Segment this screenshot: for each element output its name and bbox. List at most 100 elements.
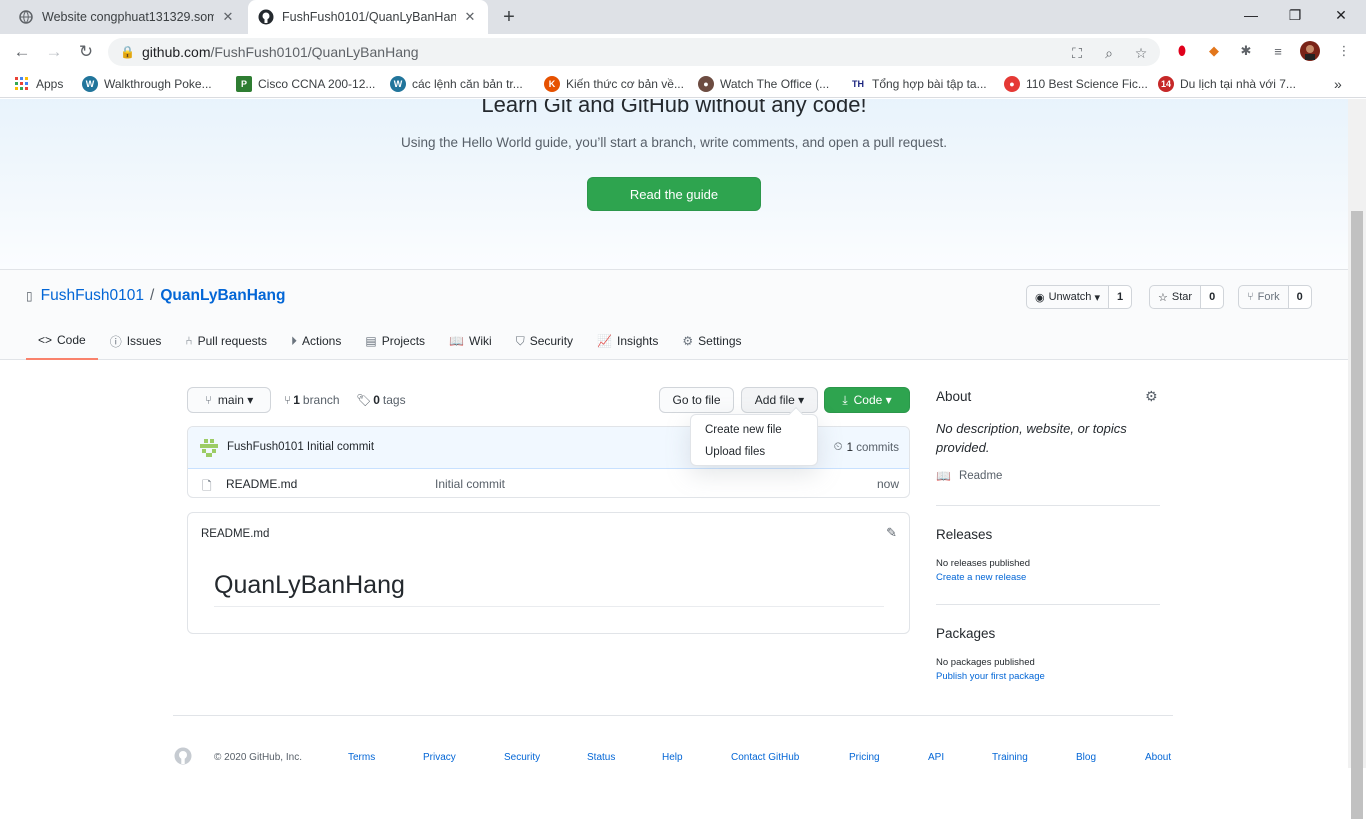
tab-pull-requests[interactable]: ⑃ Pull requests [173, 322, 279, 360]
create-release-link[interactable]: Create a new release [936, 572, 1026, 583]
banner-title: Learn Git and GitHub without any code! [481, 99, 867, 117]
bookmark-3[interactable]: Wcác lệnh căn bản tr... [390, 75, 523, 93]
footer-link-status[interactable]: Status [587, 752, 615, 763]
publish-package-link[interactable]: Publish your first package [936, 671, 1045, 682]
packages-title[interactable]: Packages [936, 626, 995, 641]
fork-count[interactable]: 0 [1288, 286, 1311, 308]
footer-link-about[interactable]: About [1145, 752, 1171, 763]
back-icon[interactable]: ← [10, 40, 34, 64]
translate-icon[interactable]: ⛶ [1068, 44, 1086, 62]
issue-icon: ⓘ [109, 334, 122, 349]
site-icon: K [544, 76, 560, 92]
page-scrollbar[interactable] [1348, 99, 1366, 819]
footer-link-contact[interactable]: Contact GitHub [731, 752, 799, 763]
footer-link-privacy[interactable]: Privacy [423, 752, 456, 763]
footer-link-security[interactable]: Security [504, 752, 540, 763]
upload-files-item[interactable]: Upload files [705, 446, 765, 458]
bookmark-7[interactable]: ● 110 Best Science Fic... [1004, 75, 1148, 93]
repo-header: ▯ FushFush0101 / QuanLyBanHang ◉ Unwatch … [0, 270, 1348, 360]
tags-link[interactable]: 🏷 0 tags [356, 393, 406, 407]
avatar[interactable] [200, 439, 218, 457]
apps-grid-icon [14, 76, 30, 92]
footer-link-blog[interactable]: Blog [1076, 752, 1096, 763]
tab-projects[interactable]: ▤ Projects [353, 322, 437, 360]
commits-link[interactable]: ⏲ 1 commits [834, 441, 899, 454]
code-button[interactable]: ⤓ Code ▾ [824, 387, 910, 413]
book-icon: 📖 [936, 469, 951, 483]
minimize-icon[interactable]: — [1228, 0, 1274, 30]
bookmark-8[interactable]: 14 Du lịch tại nhà với 7... [1158, 75, 1296, 93]
url-text: github.com/FushFush0101/QuanLyBanHang [142, 44, 419, 60]
forward-icon[interactable]: → [42, 40, 66, 64]
new-tab-icon[interactable]: + [498, 6, 520, 28]
tab-issues[interactable]: ⓘ Issues [98, 322, 174, 360]
gear-icon[interactable]: ⚙ [1145, 388, 1158, 405]
branch-select-button[interactable]: ⑂ main ▾ [187, 387, 271, 413]
about-title: About [936, 389, 972, 404]
bookmark-5[interactable]: ● Watch The Office (... [698, 75, 829, 93]
close-tab-icon[interactable]: ✕ [220, 9, 236, 25]
branches-link[interactable]: ⑂ 1 branch [284, 393, 340, 407]
footer-link-api[interactable]: API [928, 752, 944, 763]
fork-button[interactable]: ⑂ Fork [1239, 286, 1289, 308]
bookmark-4[interactable]: K Kiến thức cơ bản về... [544, 75, 684, 93]
banner-subtitle: Using the Hello World guide, you’ll star… [400, 135, 948, 150]
footer-link-pricing[interactable]: Pricing [849, 752, 880, 763]
footer-link-training[interactable]: Training [992, 752, 1028, 763]
watch-button-group: ◉ Unwatch ▾ 1 [1026, 285, 1133, 309]
media-icon[interactable]: ≡ [1268, 41, 1288, 61]
reload-icon[interactable]: ↻ [74, 40, 98, 64]
watch-count[interactable]: 1 [1108, 286, 1132, 308]
repo-name-link[interactable]: QuanLyBanHang [160, 287, 285, 305]
tab-title: Website congphuat131329.someo [42, 10, 214, 24]
bookmark-2[interactable]: P Cisco CCNA 200-12... [236, 75, 375, 93]
read-guide-button[interactable]: Read the guide [587, 177, 761, 211]
scrollbar-thumb[interactable] [1351, 211, 1363, 819]
address-bar[interactable]: 🔒 github.com/FushFush0101/QuanLyBanHang … [108, 38, 1160, 66]
branch-icon: ⑂ [204, 393, 212, 407]
more-bookmarks-icon[interactable]: » [1334, 75, 1342, 93]
releases-title[interactable]: Releases [936, 527, 992, 542]
profile-avatar[interactable] [1300, 41, 1320, 61]
pencil-icon[interactable]: ✎ [886, 525, 897, 541]
tab-settings[interactable]: ⚙ Settings [670, 322, 753, 360]
close-window-icon[interactable]: ✕ [1318, 0, 1364, 30]
close-tab-icon[interactable]: ✕ [462, 9, 478, 25]
repo-owner-link[interactable]: FushFush0101 [41, 287, 144, 305]
unwatch-button[interactable]: ◉ Unwatch ▾ [1027, 286, 1109, 308]
browser-tab-website[interactable]: Website congphuat131329.someo ✕ [8, 0, 246, 34]
create-new-file-item[interactable]: Create new file [705, 424, 782, 436]
tab-actions[interactable]: ⏵ Actions [279, 322, 353, 360]
graph-icon: 📈 [597, 334, 613, 348]
tab-security[interactable]: ⛉ Security [504, 322, 585, 360]
opera-icon[interactable]: ⬮ [1172, 41, 1192, 61]
star-count[interactable]: 0 [1201, 286, 1224, 308]
bookmark-6[interactable]: TH Tổng hợp bài tập ta... [850, 75, 987, 93]
footer-link-terms[interactable]: Terms [348, 752, 375, 763]
tab-code[interactable]: <> Code [26, 322, 98, 360]
readme-heading: QuanLyBanHang [214, 571, 884, 607]
readme-link[interactable]: 📖 Readme [936, 469, 1002, 483]
file-commit-link[interactable]: Initial commit [435, 477, 505, 491]
restore-icon[interactable]: ❐ [1272, 0, 1318, 30]
bookmark-star-icon[interactable]: ☆ [1132, 44, 1150, 62]
github-logo-icon[interactable] [174, 747, 192, 765]
file-time: now [876, 477, 899, 491]
go-to-file-button[interactable]: Go to file [659, 387, 734, 413]
browser-tab-github[interactable]: FushFush0101/QuanLyBanHang ✕ [248, 0, 488, 34]
extensions-icon[interactable]: ✱ [1236, 41, 1256, 61]
menu-dots-icon[interactable]: ⋮ [1334, 41, 1354, 61]
file-name-link[interactable]: README.md [226, 477, 297, 491]
repo-icon: ▯ [26, 289, 33, 303]
metamask-icon[interactable]: ◆ [1204, 41, 1224, 61]
fork-icon: ⑂ [1247, 291, 1254, 303]
footer-link-help[interactable]: Help [662, 752, 683, 763]
tab-insights[interactable]: 📈 Insights [585, 322, 670, 360]
star-button[interactable]: ☆ Star [1150, 286, 1202, 308]
tab-wiki[interactable]: 📖 Wiki [437, 322, 504, 360]
zoom-icon[interactable]: ⌕ [1100, 44, 1118, 62]
bookmark-1[interactable]: W Walkthrough Poke... [82, 75, 212, 93]
bookmark-apps[interactable]: Apps [14, 75, 63, 93]
add-file-button[interactable]: Add file ▾ [741, 387, 818, 413]
commit-message[interactable]: FushFush0101 Initial commit [227, 441, 374, 453]
